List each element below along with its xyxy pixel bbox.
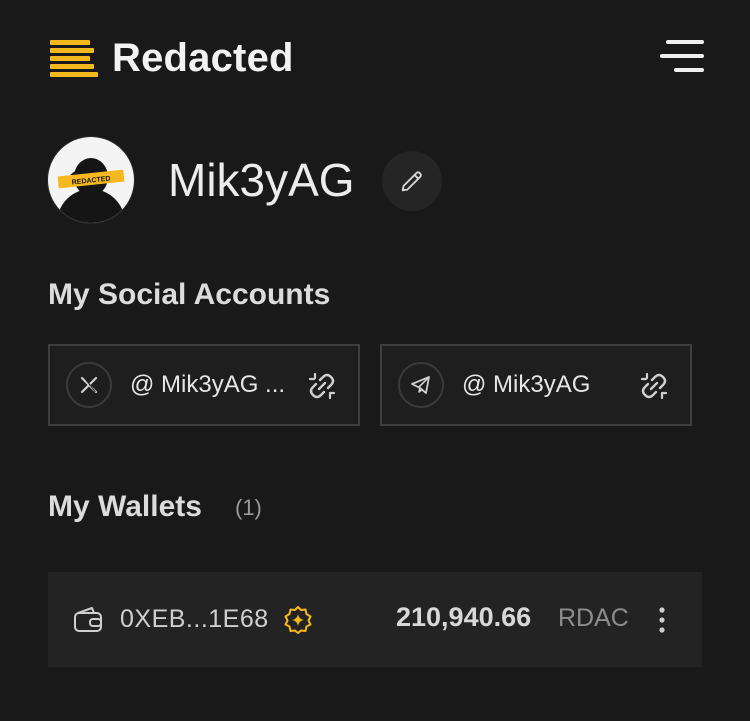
more-vertical-icon[interactable] <box>648 604 676 636</box>
wallets-heading: My Wallets <box>48 490 202 523</box>
avatar-image: REDACTED <box>57 158 125 223</box>
profile-page: Redacted REDACTED Mik3yAG My Social Acco… <box>0 0 750 721</box>
pencil-icon <box>401 171 422 192</box>
wallet-balance: 210,940.66 <box>396 602 532 632</box>
wallet-count: (1) <box>235 495 262 520</box>
menu-icon[interactable] <box>658 36 706 76</box>
username: Mik3yAG <box>168 154 355 206</box>
relink-icon[interactable] <box>306 370 338 402</box>
wallet-address: 0XEB...1E68 <box>120 605 269 633</box>
social-accounts-heading: My Social Accounts <box>48 278 331 311</box>
wallet-icon <box>74 606 102 632</box>
verified-sparkle-icon <box>284 605 312 634</box>
wallet-row[interactable]: 0XEB...1E68 210,940.66 RDAC <box>48 572 702 667</box>
wallet-ticker: RDAC <box>558 604 629 632</box>
social-card-x[interactable]: @ Mik3yAG ... <box>48 344 360 426</box>
brand-name: Redacted <box>112 36 294 80</box>
social-card-telegram[interactable]: @ Mik3yAG <box>380 344 692 426</box>
x-handle: @ Mik3yAG ... <box>130 371 286 398</box>
x-icon <box>66 362 112 408</box>
edit-username-button[interactable] <box>382 151 442 211</box>
relink-icon[interactable] <box>638 370 670 402</box>
brand-logo[interactable]: Redacted <box>50 38 294 78</box>
telegram-icon <box>398 362 444 408</box>
logo-icon <box>50 40 98 77</box>
avatar[interactable]: REDACTED <box>48 137 134 223</box>
telegram-handle: @ Mik3yAG <box>462 371 591 398</box>
